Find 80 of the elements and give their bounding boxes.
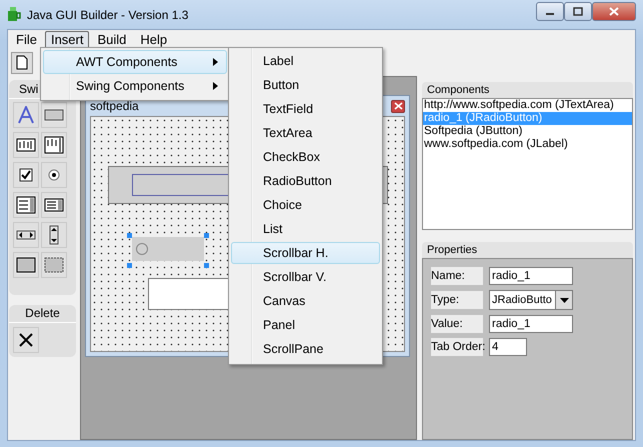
close-icon: [609, 7, 619, 16]
menu-item[interactable]: Build: [91, 30, 132, 48]
properties-header: Properties: [422, 242, 633, 258]
property-label: Name:: [431, 267, 483, 285]
minimize-button[interactable]: [536, 2, 564, 21]
submenu-arrow-icon: [213, 58, 218, 66]
component-list-item[interactable]: http://www.softpedia.com (JTextArea): [423, 99, 632, 112]
selection-handle[interactable]: [127, 233, 132, 238]
form-window-title: softpedia: [90, 99, 139, 113]
button-tool-button[interactable]: [41, 102, 67, 128]
menu-item[interactable]: File: [10, 30, 43, 48]
scrollpane-tool-button[interactable]: [41, 252, 67, 278]
dropdown-arrow-icon: [560, 298, 568, 302]
menu-item[interactable]: Panel: [231, 314, 380, 336]
hscroll-tool-button[interactable]: [13, 222, 39, 248]
menu-item[interactable]: AWT Components: [43, 50, 227, 74]
menu-item[interactable]: Label: [231, 50, 380, 72]
menu-item[interactable]: Button: [231, 74, 380, 96]
text-field-icon: [16, 138, 36, 152]
horizontal-scrollbar-icon: [16, 230, 36, 240]
document-icon: [16, 55, 28, 70]
type-dropdown[interactable]: JRadioButto: [489, 290, 573, 310]
list-icon: [16, 196, 36, 214]
close-button[interactable]: [391, 100, 405, 112]
list-tool-button[interactable]: [13, 192, 39, 218]
delete-button[interactable]: [13, 327, 39, 353]
menu-item[interactable]: Scrollbar H.: [231, 242, 380, 264]
font-tool-button[interactable]: [13, 102, 39, 128]
input-field[interactable]: radio_1: [489, 315, 573, 333]
dashed-rectangle-icon: [44, 257, 64, 273]
property-label: Tab Order:: [431, 338, 483, 356]
menu-item[interactable]: CheckBox: [231, 146, 380, 168]
radio-button-icon: [47, 168, 61, 182]
close-icon: [394, 102, 402, 110]
rectangle-icon: [16, 257, 36, 273]
selection-handle[interactable]: [127, 263, 132, 268]
list-box-icon: [44, 198, 64, 212]
coffee-cup-icon: [7, 6, 21, 22]
menu-item[interactable]: TextArea: [231, 122, 380, 144]
menu-item[interactable]: Choice: [231, 194, 380, 216]
radio-tool-button[interactable]: [41, 162, 67, 188]
vertical-scrollbar-icon: [49, 225, 59, 245]
maximize-icon: [573, 7, 583, 16]
menu-item[interactable]: TextField: [231, 98, 380, 120]
radio-button-component[interactable]: [132, 237, 204, 261]
menu-item[interactable]: Swing Components: [43, 74, 227, 98]
radio-circle-icon: [135, 242, 149, 256]
window-title: Java GUI Builder - Version 1.3: [27, 8, 188, 22]
letter-a-icon: [17, 106, 35, 124]
x-icon: [18, 332, 34, 348]
vscroll-tool-button[interactable]: [41, 222, 67, 248]
selection-handle[interactable]: [204, 263, 209, 268]
components-header: Components: [422, 82, 633, 98]
menu-item[interactable]: ScrollPane: [231, 338, 380, 360]
maximize-button[interactable]: [564, 2, 592, 21]
button-icon: [44, 109, 64, 121]
checkbox-icon: [19, 168, 33, 182]
choice-tool-button[interactable]: [41, 192, 67, 218]
canvas-tool-button[interactable]: [13, 252, 39, 278]
component-list-item[interactable]: www.softpedia.com (JLabel): [423, 138, 632, 151]
textfield-tool-button[interactable]: [13, 132, 39, 158]
text-area-icon: [44, 136, 64, 154]
property-label: Type:: [431, 291, 483, 309]
menu-item[interactable]: Scrollbar V.: [231, 266, 380, 288]
menu-item[interactable]: Help: [134, 30, 174, 48]
selection-handle[interactable]: [204, 233, 209, 238]
submenu-arrow-icon: [213, 82, 218, 90]
checkbox-tool-button[interactable]: [13, 162, 39, 188]
menu-item[interactable]: Canvas: [231, 290, 380, 312]
menu-item[interactable]: Insert: [44, 30, 90, 48]
property-label: Value:: [431, 315, 483, 333]
input-field[interactable]: 4: [489, 338, 527, 356]
textarea-tool-button[interactable]: [41, 132, 67, 158]
component-list-item[interactable]: Softpedia (JButton): [423, 125, 632, 138]
close-button[interactable]: [592, 2, 636, 21]
menu-item[interactable]: RadioButton: [231, 170, 380, 192]
delete-panel-title: Delete: [9, 305, 76, 323]
menu-item[interactable]: List: [231, 218, 380, 240]
new-document-button[interactable]: [11, 52, 33, 74]
input-field[interactable]: radio_1: [489, 267, 573, 285]
